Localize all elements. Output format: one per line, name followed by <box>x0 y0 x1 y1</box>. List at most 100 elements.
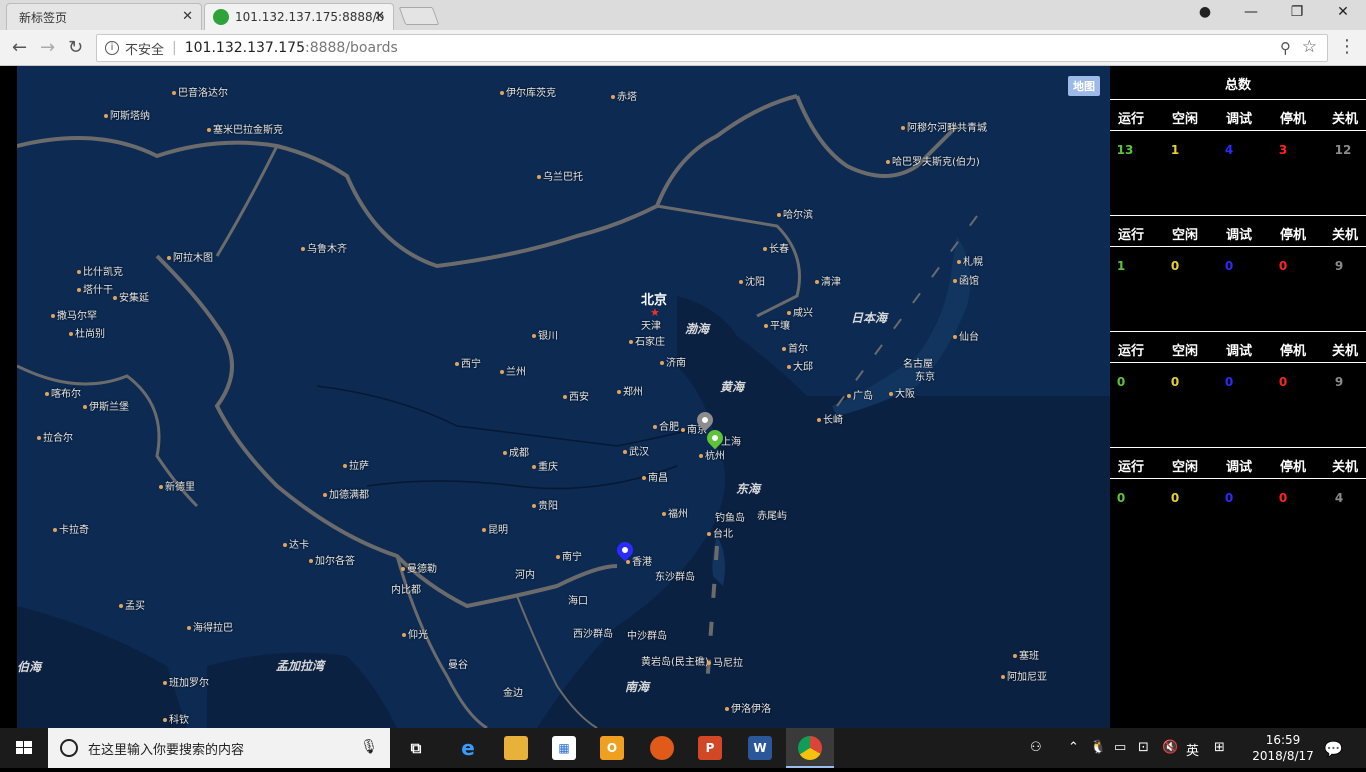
map-layer-toggle[interactable]: 地图 <box>1068 76 1100 96</box>
map-city-label: 马尼拉 <box>707 654 743 669</box>
value-off: 9 <box>1334 259 1344 273</box>
clock-time: 16:59 <box>1265 733 1301 747</box>
map-city-label: 兰州 <box>500 363 526 378</box>
info-icon[interactable]: i <box>105 41 119 55</box>
map-city-label: 黄岩岛(民主礁) <box>641 657 709 668</box>
cortana-icon <box>60 739 78 757</box>
map-city-label: 内比都 <box>391 585 421 596</box>
edge-icon[interactable]: e <box>456 736 480 760</box>
network-icon[interactable]: ⊡ <box>1138 740 1149 755</box>
close-window-button[interactable]: ✕ <box>1320 4 1366 20</box>
stats-header-row: 运行 空闲 调试 停机 关机 <box>1110 215 1366 247</box>
header-stopped: 停机 <box>1279 460 1306 475</box>
map-city-label: 清津 <box>815 273 841 288</box>
divider: | <box>172 40 177 56</box>
minimize-button[interactable]: — <box>1228 4 1274 20</box>
qq-icon[interactable]: 🐧 <box>1090 740 1106 755</box>
map-city-label: 台北 <box>707 525 733 540</box>
volume-muted-icon[interactable]: 🔇 <box>1162 740 1178 755</box>
tray-expand-icon[interactable]: ⌃ <box>1068 740 1079 755</box>
header-running: 运行 <box>1117 228 1144 243</box>
forward-icon[interactable]: → <box>40 37 55 58</box>
stats-panel: 总数 运行 空闲 调试 停机 关机 13 1 4 3 12 运行 空闲 调试 停… <box>1110 66 1366 728</box>
file-explorer-icon[interactable] <box>504 736 528 760</box>
header-stopped: 停机 <box>1279 228 1306 243</box>
notification-center-icon[interactable]: 💬 <box>1324 740 1343 758</box>
map-city-label: 广岛 <box>847 387 873 402</box>
people-icon[interactable]: ⚇ <box>1030 740 1042 755</box>
header-stopped: 停机 <box>1279 344 1306 359</box>
outlook-icon[interactable]: O <box>600 736 624 760</box>
map-city-label: 卡拉奇 <box>53 521 89 536</box>
stats-header-row: 运行 空闲 调试 停机 关机 <box>1110 331 1366 363</box>
map-city-label: 伊尔库茨克 <box>500 84 556 99</box>
new-tab-button[interactable] <box>398 7 440 25</box>
browser-toolbar: ← → ↻ i 不安全 | 101.132.137.175:8888/board… <box>0 30 1366 66</box>
chrome-icon[interactable] <box>798 736 822 760</box>
tab-boards[interactable]: 101.132.137.175:8888/b ✕ <box>204 3 394 30</box>
header-off: 关机 <box>1331 112 1358 127</box>
tab-strip: 新标签页 ✕ 101.132.137.175:8888/b ✕ ● — ❐ ✕ <box>0 0 1366 30</box>
page-content: 地图 北京 ★ 渤海 黄海 东海 日本海 南海 孟加拉湾 伯海 巴音洛达尔 阿斯… <box>0 66 1366 728</box>
map-city-label: 仰光 <box>402 626 428 641</box>
map-city-label: 孟买 <box>119 597 145 612</box>
firefox-icon[interactable] <box>650 736 674 760</box>
address-bar[interactable]: i 不安全 | 101.132.137.175:8888/boards ⚲ ☆ <box>96 34 1328 62</box>
map-city-label: 金边 <box>503 688 523 699</box>
map-city-label: 河内 <box>515 570 535 581</box>
maximize-button[interactable]: ❐ <box>1274 4 1320 20</box>
map-city-label: 拉合尔 <box>37 429 73 444</box>
header-stopped: 停机 <box>1279 112 1306 127</box>
header-idle: 空闲 <box>1171 344 1198 359</box>
map-city-label: 重庆 <box>532 458 558 473</box>
reload-icon[interactable]: ↻ <box>68 37 83 58</box>
profile-icon[interactable]: ● <box>1182 4 1228 20</box>
powerpoint-icon[interactable]: P <box>698 736 722 760</box>
taskbar-clock[interactable]: 16:59 2018/8/17 <box>1248 732 1318 764</box>
task-view-icon[interactable]: ⧉ <box>404 736 428 760</box>
map-city-label: 塞米巴拉金斯克 <box>207 121 283 136</box>
map-city-label: 喀布尔 <box>45 385 81 400</box>
value-debug: 0 <box>1224 491 1234 505</box>
microphone-icon[interactable]: 🎙 <box>360 739 378 755</box>
value-stopped: 0 <box>1278 375 1288 389</box>
windows-logo-icon <box>16 741 32 754</box>
bookmark-star-icon[interactable]: ☆ <box>1302 37 1317 57</box>
word-icon[interactable]: W <box>748 736 772 760</box>
map-city-label: 杜尚别 <box>69 325 105 340</box>
header-idle: 空闲 <box>1171 228 1198 243</box>
map-city-label: 平壤 <box>764 317 790 332</box>
map-city-label: 班加罗尔 <box>163 674 209 689</box>
value-running: 0 <box>1116 491 1126 505</box>
map-sea-label: 渤海 <box>685 322 710 336</box>
menu-icon[interactable]: ⋮ <box>1338 36 1356 57</box>
battery-icon[interactable]: ▭ <box>1114 740 1126 755</box>
stats-header-row: 运行 空闲 调试 停机 关机 <box>1110 99 1366 131</box>
map-city-label: 赤尾屿 <box>757 511 787 522</box>
map-city-label: 西宁 <box>455 355 481 370</box>
value-running: 1 <box>1116 259 1126 273</box>
map-view[interactable]: 地图 北京 ★ 渤海 黄海 东海 日本海 南海 孟加拉湾 伯海 巴音洛达尔 阿斯… <box>17 66 1110 728</box>
map-city-label: 首尔 <box>782 340 808 355</box>
map-city-label: 钓鱼岛 <box>715 513 745 524</box>
map-sea-label: 南海 <box>625 680 650 694</box>
value-debug: 0 <box>1224 375 1234 389</box>
header-running: 运行 <box>1117 344 1144 359</box>
close-icon[interactable]: ✕ <box>374 9 385 24</box>
map-city-label: 贵阳 <box>532 497 558 512</box>
map-sea-label: 黄海 <box>720 380 745 394</box>
zoom-icon[interactable]: ⚲ <box>1280 39 1291 57</box>
keyboard-layout-icon[interactable]: ⊞ <box>1214 740 1225 755</box>
search-placeholder: 在这里输入你要搜索的内容 <box>88 742 245 758</box>
ime-indicator[interactable]: 英 <box>1186 740 1199 759</box>
taskbar-search-box[interactable]: 在这里输入你要搜索的内容 🎙 <box>48 728 390 768</box>
value-off: 4 <box>1334 491 1344 505</box>
map-city-label: 长春 <box>763 240 789 255</box>
tab-new-tab[interactable]: 新标签页 ✕ <box>6 3 202 30</box>
start-button[interactable] <box>0 728 48 768</box>
header-debug: 调试 <box>1225 344 1252 359</box>
store-icon[interactable]: ▦ <box>552 736 576 760</box>
back-icon[interactable]: ← <box>12 37 27 58</box>
close-icon[interactable]: ✕ <box>182 9 193 24</box>
map-city-label: 石家庄 <box>629 333 665 348</box>
